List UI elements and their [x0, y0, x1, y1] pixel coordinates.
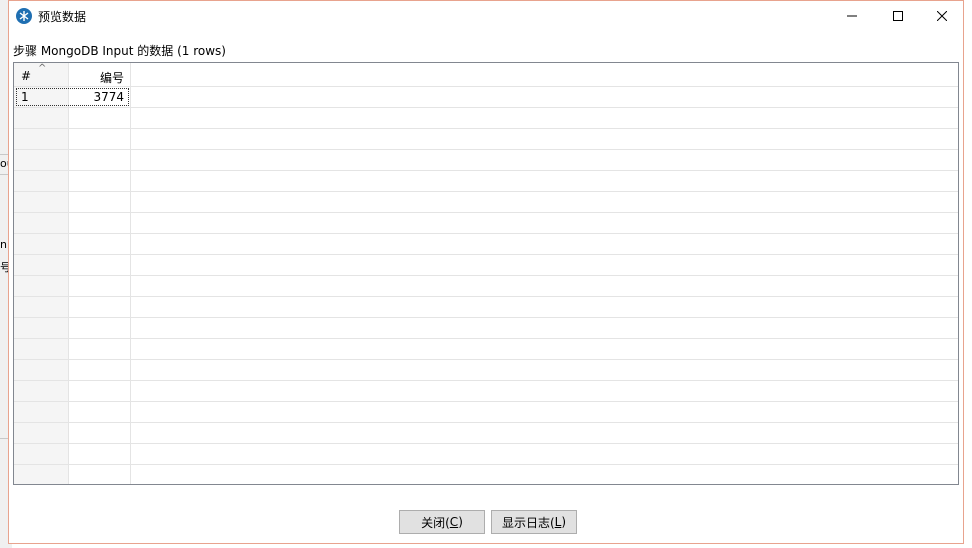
table-row-empty	[14, 234, 958, 255]
table-row-empty	[14, 129, 958, 150]
table-row-empty	[14, 213, 958, 234]
table-row[interactable]: 1 3774	[14, 87, 958, 108]
column-header-number[interactable]: 编号	[70, 69, 124, 86]
table-row-empty	[14, 192, 958, 213]
title-bar[interactable]: 预览数据	[9, 1, 963, 31]
table-row-empty	[14, 423, 958, 444]
table-row-empty	[14, 255, 958, 276]
table-row-empty	[14, 171, 958, 192]
close-button-label: 关闭(	[421, 515, 450, 530]
window-title: 预览数据	[38, 10, 87, 24]
close-button[interactable]: 关闭(C)	[399, 510, 485, 534]
table-row-empty	[14, 444, 958, 465]
table-row-empty	[14, 318, 958, 339]
column-header-index[interactable]: #	[21, 69, 31, 83]
show-log-button-label-end: )	[561, 515, 567, 529]
table-row-empty	[14, 381, 958, 402]
close-icon	[937, 11, 947, 21]
app-icon	[16, 8, 32, 24]
step-data-label: 步骤 MongoDB Input 的数据 (1 rows)	[13, 44, 226, 58]
close-window-button[interactable]	[919, 1, 965, 31]
background-text-fragment: n	[0, 238, 7, 251]
table-row-empty	[14, 465, 958, 484]
close-button-hotkey: C	[449, 515, 459, 529]
show-log-button-label: 显示日志(	[501, 515, 555, 530]
selected-cell-focus	[16, 88, 129, 106]
show-log-button[interactable]: 显示日志(L)	[491, 510, 577, 534]
preview-data-dialog: 预览数据 步骤 MongoDB Input 的数据 (1 rows) # ^ 编…	[8, 0, 964, 544]
table-row-empty	[14, 339, 958, 360]
show-log-button-hotkey: L	[554, 515, 562, 529]
table-row-empty	[14, 402, 958, 423]
maximize-button[interactable]	[875, 1, 921, 31]
table-row-empty	[14, 150, 958, 171]
close-button-label-end: )	[458, 515, 463, 529]
minimize-icon	[847, 15, 857, 17]
minimize-button[interactable]	[829, 1, 875, 31]
maximize-icon	[893, 11, 903, 21]
sort-ascending-icon: ^	[38, 63, 47, 74]
table-row-empty	[14, 360, 958, 381]
table-header: # ^ 编号	[14, 63, 958, 87]
table-row-empty	[14, 276, 958, 297]
table-row-empty	[14, 108, 958, 129]
table-row-empty	[14, 297, 958, 318]
preview-data-table[interactable]: # ^ 编号 1 3774	[13, 62, 959, 485]
